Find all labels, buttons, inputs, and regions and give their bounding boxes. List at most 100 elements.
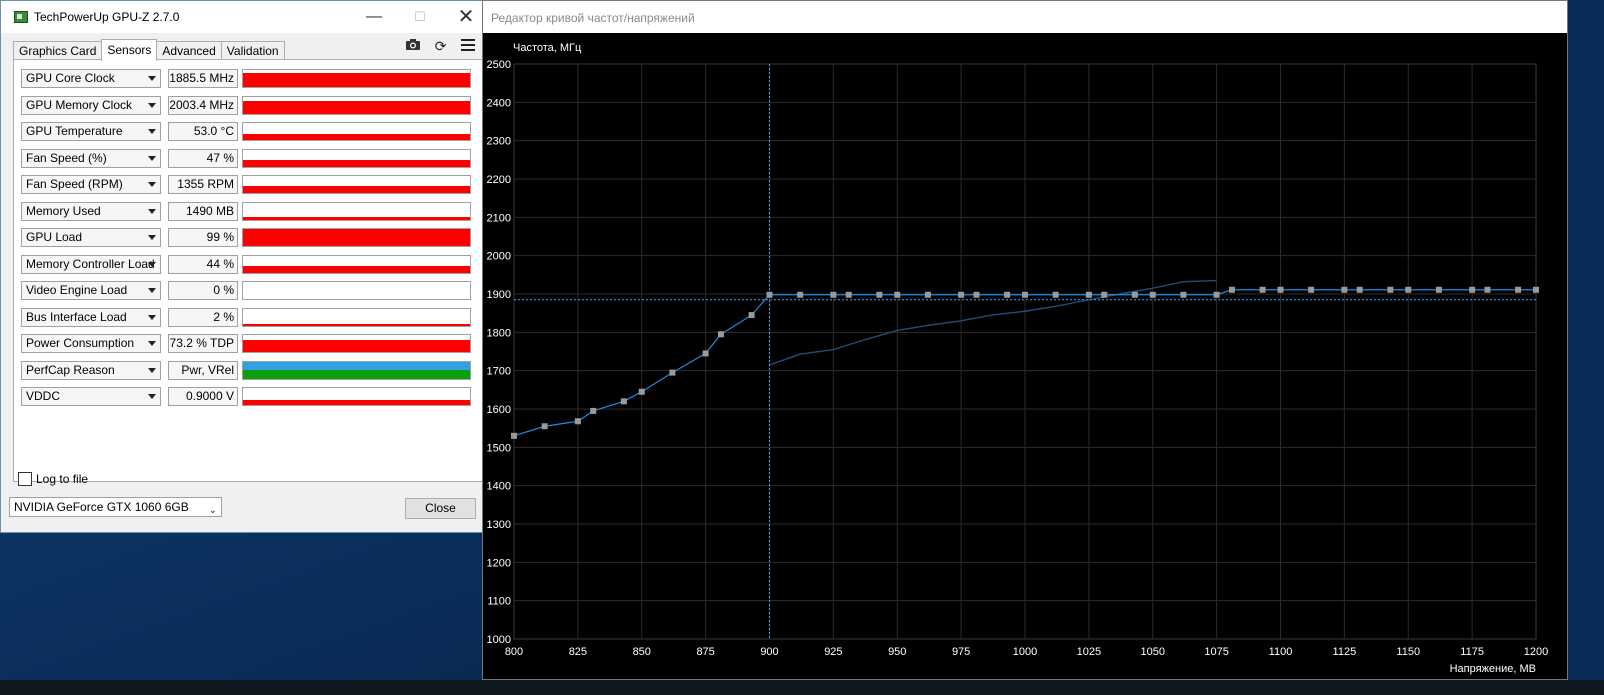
sensor-name: GPU Memory Clock bbox=[26, 97, 133, 112]
curve-point[interactable] bbox=[1149, 291, 1156, 298]
curve-point[interactable] bbox=[1277, 286, 1284, 293]
sensor-level-bar bbox=[243, 186, 470, 193]
curve-point[interactable] bbox=[1022, 291, 1028, 298]
curve-point[interactable] bbox=[590, 407, 597, 414]
curve-point[interactable] bbox=[1213, 291, 1220, 298]
curve-point[interactable] bbox=[1101, 291, 1108, 298]
curve-point[interactable] bbox=[1484, 286, 1491, 293]
close-button[interactable]: Close bbox=[405, 498, 476, 519]
sensor-select[interactable]: Power Consumption bbox=[21, 334, 161, 353]
curve-point[interactable] bbox=[702, 350, 709, 357]
curve-point[interactable] bbox=[973, 291, 980, 298]
curve-point[interactable] bbox=[1131, 291, 1138, 298]
sensor-select[interactable]: Bus Interface Load bbox=[21, 307, 161, 327]
sensor-select[interactable]: Memory Used bbox=[21, 201, 161, 221]
curve-point[interactable] bbox=[1228, 286, 1235, 293]
curve-point[interactable] bbox=[1052, 291, 1059, 298]
toolbar-icons: ⟳ bbox=[398, 37, 477, 55]
sensor-row: Fan Speed (RPM) 1355 RPM bbox=[21, 174, 475, 201]
curve-point[interactable] bbox=[924, 291, 931, 298]
curve-point[interactable] bbox=[1308, 286, 1315, 293]
curve-point[interactable] bbox=[894, 291, 901, 298]
curve-point[interactable] bbox=[1469, 286, 1476, 293]
curve-point[interactable] bbox=[830, 291, 837, 298]
sensor-row: Video Engine Load 0 % bbox=[21, 280, 475, 307]
curve-point[interactable] bbox=[1356, 286, 1363, 293]
sensor-row: Fan Speed (%) 47 % bbox=[21, 148, 475, 175]
sensor-select[interactable]: Video Engine Load bbox=[21, 281, 161, 300]
sensor-graph bbox=[242, 387, 471, 406]
sensor-graph bbox=[242, 254, 471, 274]
curve-point[interactable] bbox=[669, 369, 676, 376]
vf-curve-chart[interactable]: 1000 1100 1200 1300 1400 1500 1600 1700 1800 1900… bbox=[483, 33, 1567, 679]
curve-point[interactable] bbox=[1405, 286, 1412, 293]
gpuz-app-icon bbox=[14, 11, 28, 23]
dropdown-arrow-icon bbox=[148, 288, 156, 293]
tab-advanced[interactable]: Advanced bbox=[156, 41, 222, 60]
dropdown-arrow-icon bbox=[148, 235, 156, 240]
curve-point[interactable] bbox=[1259, 286, 1266, 293]
sensor-select[interactable]: Fan Speed (%) bbox=[21, 148, 161, 168]
curve-point[interactable] bbox=[1180, 291, 1187, 298]
log-to-file-checkbox[interactable] bbox=[18, 471, 32, 486]
gpuz-titlebar[interactable]: TechPowerUp GPU-Z 2.7.0 — ☐ ✕ bbox=[1, 1, 489, 33]
dropdown-arrow-icon bbox=[148, 129, 156, 134]
camera-icon[interactable] bbox=[404, 37, 422, 55]
sensor-graph bbox=[242, 307, 471, 327]
curve-point[interactable] bbox=[958, 291, 965, 298]
curve-point[interactable] bbox=[717, 331, 724, 338]
y-tick-label: 1900 bbox=[487, 289, 511, 301]
sensor-level-bar bbox=[243, 229, 470, 246]
curve-point[interactable] bbox=[748, 312, 755, 319]
gpu-select-value: NVIDIA GeForce GTX 1060 6GB bbox=[14, 500, 189, 514]
curve-point[interactable] bbox=[1533, 286, 1539, 293]
curve-point[interactable] bbox=[1085, 291, 1092, 298]
curve-point[interactable] bbox=[638, 388, 645, 395]
curve-point[interactable] bbox=[1435, 286, 1442, 293]
sensor-select[interactable]: GPU Load bbox=[21, 228, 161, 247]
sensor-name: Power Consumption bbox=[26, 336, 135, 350]
tab-validation[interactable]: Validation bbox=[220, 41, 285, 60]
x-tick-label: 800 bbox=[505, 646, 523, 658]
sensor-name: Bus Interface Load bbox=[26, 309, 127, 324]
log-to-file-option[interactable]: Log to file bbox=[18, 471, 88, 486]
minimize-button[interactable]: — bbox=[351, 1, 397, 33]
menu-icon[interactable] bbox=[459, 37, 477, 55]
sensor-graph bbox=[242, 228, 471, 247]
curve-point[interactable] bbox=[1515, 286, 1522, 293]
sensor-select[interactable]: Fan Speed (RPM) bbox=[21, 175, 161, 194]
curve-point[interactable] bbox=[620, 398, 627, 405]
sensor-graph bbox=[242, 148, 471, 168]
sensor-name: GPU Temperature bbox=[26, 124, 123, 138]
y-tick-label: 2500 bbox=[487, 59, 511, 71]
curve-point[interactable] bbox=[541, 423, 548, 430]
gpu-select[interactable]: NVIDIA GeForce GTX 1060 6GB ⌄ bbox=[9, 497, 222, 517]
curve-point[interactable] bbox=[1341, 286, 1348, 293]
sensor-select[interactable]: GPU Memory Clock bbox=[21, 95, 161, 115]
sensor-select[interactable]: VDDC bbox=[21, 387, 161, 406]
curve-point[interactable] bbox=[1004, 291, 1011, 298]
maximize-button[interactable]: ☐ bbox=[397, 1, 443, 33]
sensor-name: Fan Speed (RPM) bbox=[26, 177, 123, 191]
sensor-select[interactable]: Memory Controller Load bbox=[21, 254, 161, 274]
x-axis-label: Напряжение, МВ bbox=[1450, 663, 1536, 675]
curve-point[interactable] bbox=[1387, 286, 1394, 293]
taskbar bbox=[0, 680, 1604, 695]
y-tick-labels: 1000 1100 1200 1300 1400 1500 1600 1700 1800 1900… bbox=[487, 59, 511, 646]
curve-point[interactable] bbox=[845, 291, 852, 298]
curve-point[interactable] bbox=[511, 432, 517, 439]
sensor-select[interactable]: PerfCap Reason bbox=[21, 360, 161, 380]
sensor-select[interactable]: GPU Temperature bbox=[21, 122, 161, 141]
curve-point[interactable] bbox=[574, 418, 581, 425]
sensor-row: Memory Controller Load 44 % bbox=[21, 254, 475, 281]
curve-editor-titlebar[interactable]: Редактор кривой частот/напряжений bbox=[483, 1, 1567, 33]
sensor-select[interactable]: GPU Core Clock bbox=[21, 69, 161, 88]
curve-point[interactable] bbox=[876, 291, 883, 298]
refresh-icon[interactable]: ⟳ bbox=[432, 37, 450, 55]
x-tick-labels: 800 825 850 875 900 925 950 975 1000 1025 1050 1075… bbox=[505, 646, 1548, 658]
tab-graphics-card[interactable]: Graphics Card bbox=[13, 41, 103, 60]
curve-point[interactable] bbox=[797, 291, 804, 298]
x-tick-label: 825 bbox=[569, 646, 587, 658]
tab-sensors[interactable]: Sensors bbox=[101, 39, 158, 61]
sensor-name: Video Engine Load bbox=[26, 283, 128, 297]
